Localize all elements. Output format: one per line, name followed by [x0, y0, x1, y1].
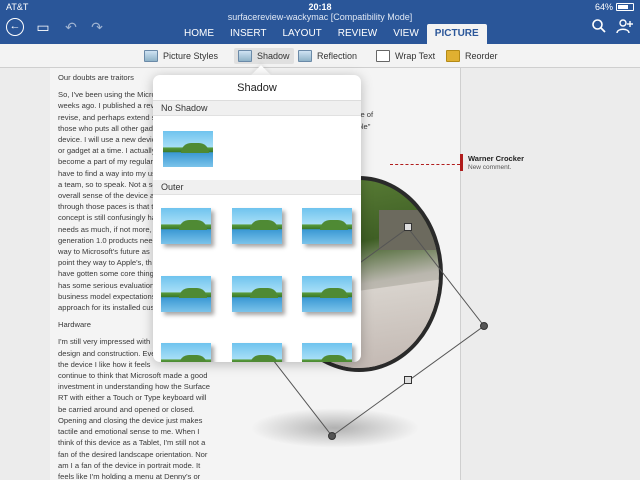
ribbon-tabs: HOME INSERT LAYOUT REVIEW VIEW PICTURE — [176, 24, 487, 44]
shadow-option-outer-8[interactable] — [232, 343, 282, 362]
reorder-button[interactable]: Reorder — [446, 48, 498, 64]
tab-layout[interactable]: LAYOUT — [275, 24, 330, 44]
add-person-icon — [616, 19, 633, 34]
section-outer: Outer — [153, 180, 361, 195]
picture-styles-button[interactable]: Picture Styles — [144, 48, 218, 64]
text-line: fan of the desired landscape orientation… — [58, 449, 208, 459]
reflection-label: Reflection — [317, 51, 358, 61]
shadow-option-outer-3[interactable] — [302, 208, 352, 244]
wrap-text-icon — [376, 50, 390, 62]
comment-text: New comment. — [468, 164, 512, 171]
shadow-option-outer-9[interactable] — [302, 343, 352, 362]
battery-indicator: 64% — [595, 2, 634, 12]
resize-handle-right[interactable] — [480, 322, 488, 330]
search-button[interactable] — [590, 18, 608, 36]
reorder-label: Reorder — [465, 51, 498, 61]
resize-handle-top[interactable] — [404, 223, 412, 231]
shadow-icon — [238, 50, 252, 62]
shadow-option-outer-7[interactable] — [161, 343, 211, 362]
shadow-option-outer-1[interactable] — [161, 208, 211, 244]
resize-handle-bottom-right[interactable] — [404, 376, 412, 384]
picture-styles-label: Picture Styles — [163, 51, 219, 61]
text-line: continue to think that Microsoft made a … — [58, 371, 208, 381]
tab-home[interactable]: HOME — [176, 24, 222, 44]
shadow-option-outer-6[interactable] — [302, 276, 352, 312]
tab-view[interactable]: VIEW — [385, 24, 427, 44]
text-line: am I a fan of the device in portrait mod… — [58, 460, 201, 470]
picture-shadow — [250, 408, 420, 448]
tab-picture[interactable]: PICTURE — [426, 24, 487, 44]
back-button[interactable]: ← — [6, 18, 24, 36]
battery-percent: 64% — [594, 2, 613, 12]
resize-handle-bottom[interactable] — [328, 432, 336, 440]
file-icon: ▭ — [36, 19, 50, 35]
tab-insert[interactable]: INSERT — [222, 24, 275, 44]
tab-review[interactable]: REVIEW — [330, 24, 385, 44]
text-line: investment in understanding how the Surf… — [58, 382, 210, 392]
undo-icon: ↶ — [65, 19, 77, 35]
shadow-button[interactable]: Shadow — [234, 48, 294, 64]
comment-margin-divider — [460, 68, 461, 480]
reflection-icon — [298, 50, 312, 62]
popover-title: Shadow — [153, 75, 361, 101]
shadow-popover: Shadow No Shadow Outer — [153, 75, 361, 362]
arrow-left-icon: ← — [9, 20, 21, 32]
comment-balloon[interactable]: Warner Crocker New comment. — [460, 154, 560, 171]
search-icon — [592, 19, 606, 33]
clock: 20:18 — [308, 2, 332, 12]
app-header: AT&T 20:18 64% surfacereview-wackymac [C… — [0, 0, 640, 44]
undo-button[interactable]: ↶ — [62, 18, 80, 36]
redo-button[interactable]: ↷ — [88, 18, 106, 36]
file-menu-button[interactable]: ▭ — [34, 18, 52, 36]
text-line: feels like I'm holding a menu at Denny's… — [58, 471, 201, 480]
picture-ribbon: Picture Styles Shadow Reflection Wrap Te… — [0, 44, 640, 68]
text-line: RT with either a Touch or Type keyboard … — [58, 393, 207, 403]
reorder-icon — [446, 50, 460, 62]
section-no-shadow: No Shadow — [153, 101, 361, 116]
redo-icon: ↷ — [91, 19, 103, 35]
shadow-option-outer-4[interactable] — [161, 276, 211, 312]
shadow-option-none[interactable] — [163, 131, 213, 167]
share-button[interactable] — [616, 18, 634, 36]
battery-icon — [616, 3, 634, 11]
reflection-button[interactable]: Reflection — [298, 48, 357, 64]
wrap-text-label: Wrap Text — [395, 51, 436, 61]
shadow-option-outer-5[interactable] — [232, 276, 282, 312]
shadow-label: Shadow — [257, 51, 290, 61]
shadow-option-outer-2[interactable] — [232, 208, 282, 244]
picture-styles-icon — [144, 50, 158, 62]
comment-author: Warner Crocker — [468, 154, 524, 163]
wrap-text-button[interactable]: Wrap Text — [376, 48, 435, 64]
comment-connector-line — [390, 164, 460, 165]
